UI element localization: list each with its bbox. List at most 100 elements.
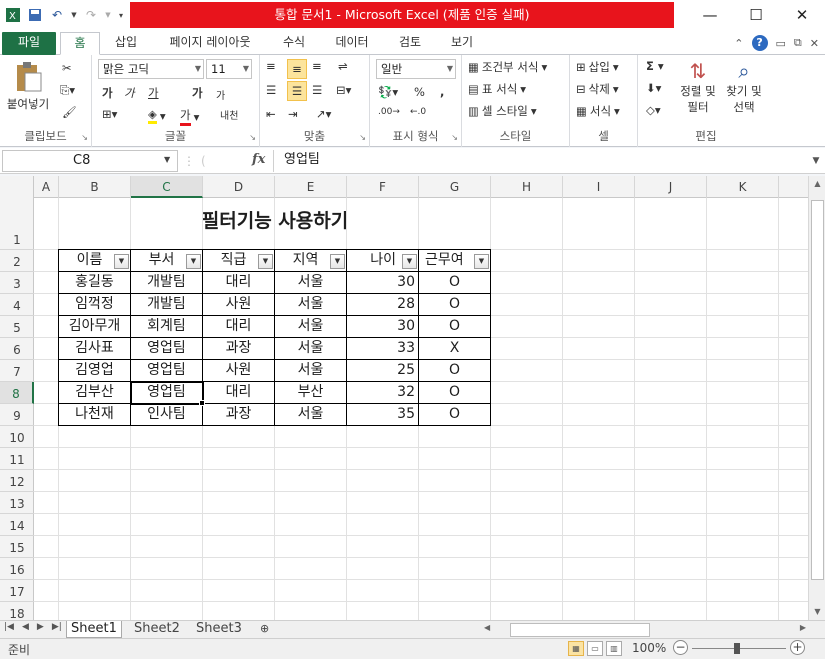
table-cell[interactable]: 홍길동	[59, 272, 131, 294]
wrap-text-icon[interactable]: ⇌	[338, 59, 348, 73]
phonetic-button[interactable]: 내천	[220, 107, 238, 122]
delete-cells-button[interactable]: ⊟ 삭제 ▾	[576, 81, 619, 97]
column-header-i[interactable]: I	[563, 176, 635, 198]
filter-dropdown-icon[interactable]: ▼	[474, 254, 489, 269]
table-cell[interactable]: 부산	[275, 382, 347, 404]
row-header-14[interactable]: 14	[0, 514, 34, 536]
align-center-icon[interactable]: ☰	[287, 81, 307, 101]
table-cell[interactable]: O	[419, 382, 491, 404]
row-header-17[interactable]: 17	[0, 580, 34, 602]
row-header-6[interactable]: 6	[0, 338, 34, 360]
sheet-tab-sheet2[interactable]: Sheet2	[130, 621, 184, 638]
column-header-j[interactable]: J	[635, 176, 707, 198]
column-header-f[interactable]: F	[347, 176, 419, 198]
table-cell[interactable]: 사원	[203, 294, 275, 316]
next-sheet-icon[interactable]: ▶	[37, 622, 44, 632]
italic-button[interactable]: 가	[124, 85, 135, 101]
tab-home[interactable]: 홈	[60, 32, 100, 55]
table-cell[interactable]: 인사팀	[131, 404, 203, 426]
row-header-4[interactable]: 4	[0, 294, 34, 316]
orientation-icon[interactable]: ↗▾	[316, 107, 331, 121]
row-header-15[interactable]: 15	[0, 536, 34, 558]
save-icon[interactable]	[26, 6, 44, 24]
redo-dropdown-icon[interactable]: ▼	[104, 6, 112, 24]
table-cell[interactable]: O	[419, 316, 491, 338]
formula-input[interactable]: 영업팀	[273, 150, 808, 172]
insert-function-icon[interactable]: fx	[252, 152, 265, 167]
workbook-restore-icon[interactable]: ⧉	[794, 36, 802, 50]
clipboard-launcher-icon[interactable]: ↘	[81, 133, 88, 142]
column-header-k[interactable]: K	[707, 176, 779, 198]
table-cell[interactable]: 김영업	[59, 360, 131, 382]
column-header-b[interactable]: B	[59, 176, 131, 198]
close-button[interactable]: ✕	[779, 0, 825, 30]
table-cell[interactable]: 과장	[203, 338, 275, 360]
row-header-18[interactable]: 18	[0, 602, 34, 620]
scroll-down-icon[interactable]: ▼	[809, 604, 825, 620]
cut-icon[interactable]: ✂	[62, 61, 72, 75]
vertical-scrollbar[interactable]: ▲ ▼	[808, 176, 825, 620]
formula-expand-icon[interactable]: ▼	[809, 151, 823, 171]
column-header-h[interactable]: H	[491, 176, 563, 198]
row-header-2[interactable]: 2	[0, 250, 34, 272]
grow-font-button[interactable]: 가	[192, 85, 203, 101]
chevron-down-icon[interactable]: ▼	[164, 155, 170, 164]
scroll-up-icon[interactable]: ▲	[809, 176, 825, 192]
sort-filter-button[interactable]: ⇅ 정렬 및 필터	[676, 59, 720, 115]
number-launcher-icon[interactable]: ↘	[451, 133, 458, 142]
align-top-icon[interactable]: ≡	[266, 59, 276, 73]
table-cell[interactable]: O	[419, 404, 491, 426]
tab-page-layout[interactable]: 페이지 레이아웃	[160, 32, 260, 55]
column-header-d[interactable]: D	[203, 176, 275, 198]
select-all-corner[interactable]	[0, 176, 34, 198]
row-header-5[interactable]: 5	[0, 316, 34, 338]
filter-dropdown-icon[interactable]: ▼	[330, 254, 345, 269]
clear-icon[interactable]: ◇▾	[646, 103, 661, 117]
conditional-formatting-button[interactable]: ▦ 조건부 서식 ▾	[468, 59, 547, 75]
tab-insert[interactable]: 삽입	[108, 32, 144, 55]
table-cell[interactable]: 25	[347, 360, 419, 382]
decrease-indent-icon[interactable]: ⇤	[266, 107, 276, 121]
find-select-button[interactable]: ⌕ 찾기 및 선택	[722, 59, 766, 115]
row-header-1[interactable]: 1	[0, 198, 34, 250]
zoom-slider-thumb[interactable]	[734, 643, 740, 654]
filter-dropdown-icon[interactable]: ▼	[114, 254, 129, 269]
sheet-title-cell[interactable]: 필터기능 사용하기	[59, 206, 491, 233]
font-launcher-icon[interactable]: ↘	[249, 133, 256, 142]
row-header-7[interactable]: 7	[0, 360, 34, 382]
table-cell[interactable]: 서울	[275, 316, 347, 338]
tab-file[interactable]: 파일	[2, 32, 56, 55]
bold-button[interactable]: 가	[102, 85, 113, 101]
underline-button[interactable]: 가	[148, 85, 159, 101]
format-cells-button[interactable]: ▦ 서식 ▾	[576, 103, 620, 119]
cell-styles-button[interactable]: ▥ 셀 스타일 ▾	[468, 103, 537, 119]
table-cell[interactable]: 33	[347, 338, 419, 360]
autosum-icon[interactable]: Σ ▾	[646, 59, 664, 73]
table-cell[interactable]: 대리	[203, 382, 275, 404]
customize-qat-icon[interactable]: ▾	[116, 6, 126, 24]
scroll-right-icon[interactable]: ▶	[800, 623, 806, 632]
help-icon[interactable]: ?	[751, 35, 768, 51]
page-layout-view-icon[interactable]: ▭	[587, 641, 603, 656]
fill-icon[interactable]: ⬇▾	[646, 81, 661, 95]
align-right-icon[interactable]: ☰	[312, 83, 322, 97]
horizontal-scroll-thumb[interactable]	[510, 623, 650, 637]
tab-view[interactable]: 보기	[444, 32, 480, 55]
first-sheet-icon[interactable]: |◀	[4, 622, 14, 632]
row-header-12[interactable]: 12	[0, 470, 34, 492]
table-cell[interactable]: 대리	[203, 272, 275, 294]
table-cell[interactable]: 35	[347, 404, 419, 426]
table-cell[interactable]: X	[419, 338, 491, 360]
column-header-a[interactable]: A	[34, 176, 59, 198]
ribbon-collapse-icon[interactable]: ⌃	[734, 37, 743, 50]
table-cell[interactable]: 임꺽정	[59, 294, 131, 316]
zoom-level[interactable]: 100%	[632, 641, 666, 655]
cancel-entry-icon[interactable]: (	[201, 154, 206, 168]
page-break-view-icon[interactable]: ▥	[606, 641, 622, 656]
last-sheet-icon[interactable]: ▶|	[52, 622, 62, 632]
tab-formulas[interactable]: 수식	[276, 32, 312, 55]
insert-cells-button[interactable]: ⊞ 삽입 ▾	[576, 59, 619, 75]
filter-dropdown-icon[interactable]: ▼	[402, 254, 417, 269]
table-cell[interactable]: 서울	[275, 338, 347, 360]
table-cell[interactable]: 서울	[275, 272, 347, 294]
